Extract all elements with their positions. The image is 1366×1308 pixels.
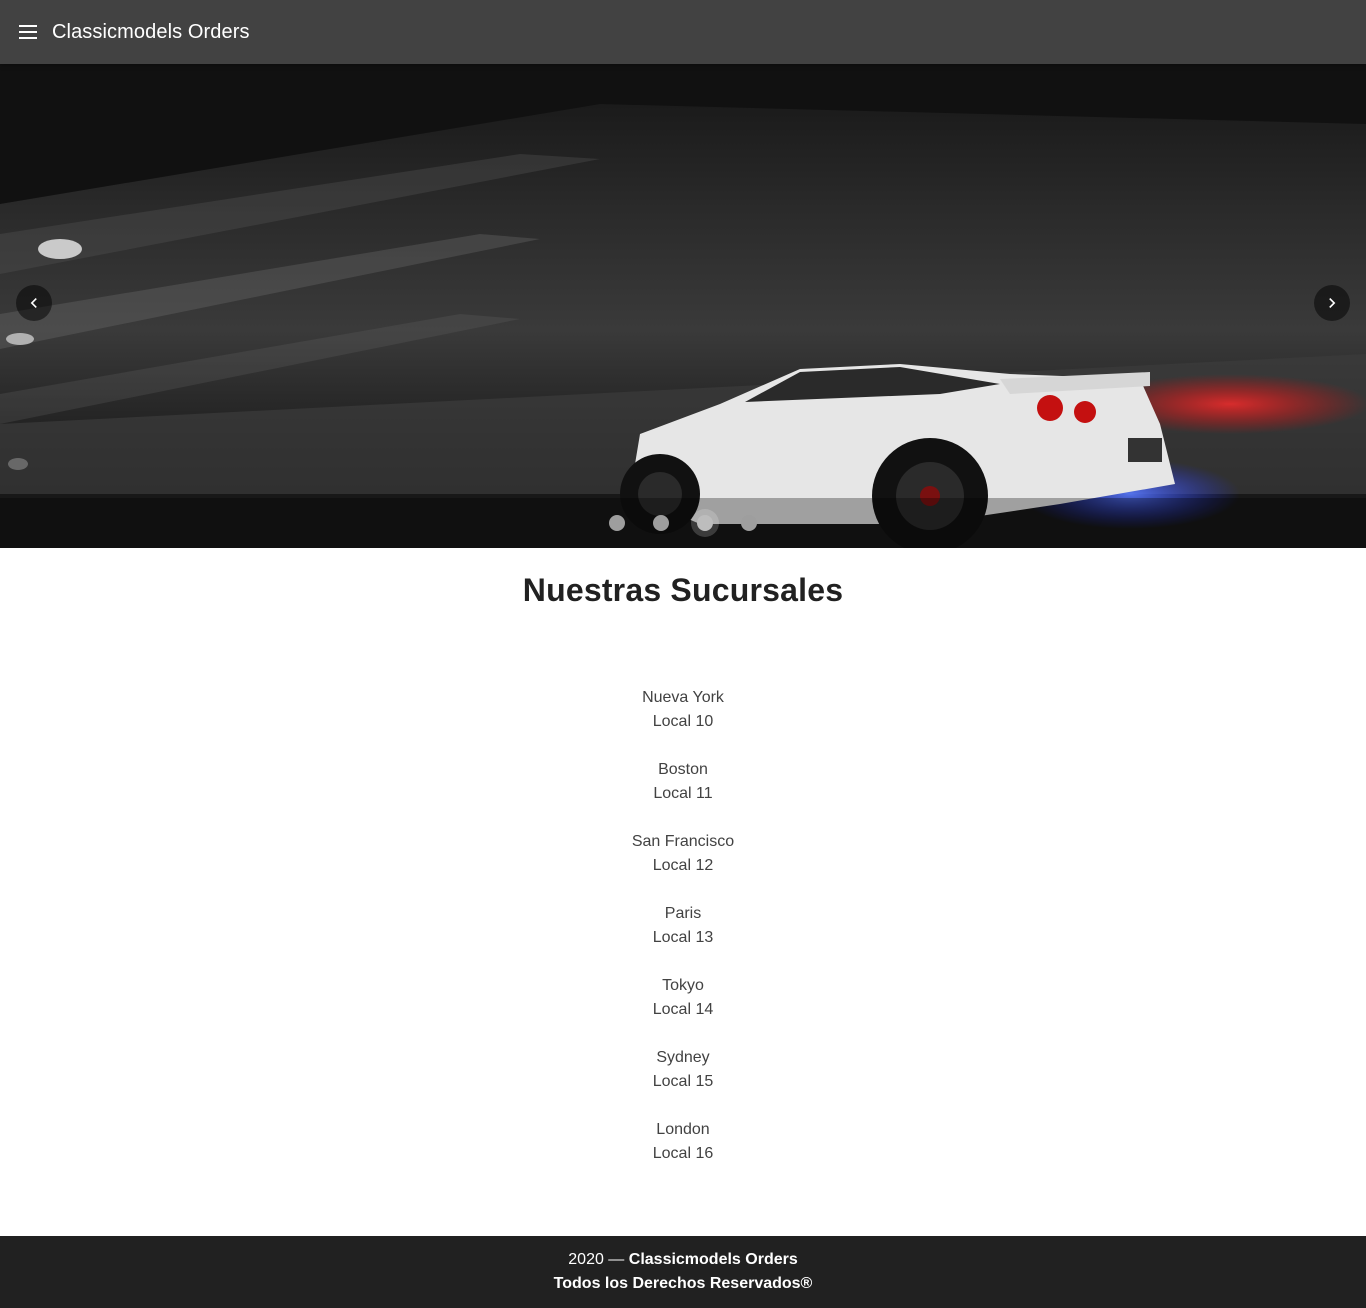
chevron-left-icon: [30, 298, 37, 308]
carousel-indicators: [0, 498, 1366, 548]
hero-carousel: [0, 64, 1366, 548]
branch-local: Local 12: [652, 857, 714, 874]
list-item: Nueva York Local 10: [0, 686, 1366, 758]
branch-city: Paris: [664, 905, 702, 922]
carousel-prev-button[interactable]: [16, 285, 52, 321]
footer-rights: Todos los Derechos Reservados®: [553, 1275, 813, 1292]
list-item: Tokyo Local 14: [0, 974, 1366, 1046]
footer-rights-line: Todos los Derechos Reservados®: [0, 1272, 1366, 1296]
footer: 2020 — Classicmodels Orders Todos los De…: [0, 1236, 1366, 1308]
branch-city: Tokyo: [662, 977, 704, 994]
chevron-right-icon: [1329, 298, 1336, 308]
branch-local: Local 16: [652, 1145, 714, 1162]
footer-copyright: 2020 — Classicmodels Orders: [0, 1248, 1366, 1272]
branch-city: London: [656, 1121, 710, 1138]
app-bar: Classicmodels Orders: [0, 0, 1366, 64]
list-item: Sydney Local 15: [0, 1046, 1366, 1118]
branch-local: Local 11: [653, 785, 713, 802]
list-item: London Local 16: [0, 1118, 1366, 1190]
footer-year: 2020 —: [568, 1251, 625, 1268]
carousel-next-button[interactable]: [1314, 285, 1350, 321]
carousel-dot-1[interactable]: [609, 515, 625, 531]
branch-local: Local 10: [652, 713, 714, 730]
page-title: Nuestras Sucursales: [522, 572, 844, 608]
list-item: San Francisco Local 12: [0, 830, 1366, 902]
hamburger-menu-icon[interactable]: [16, 20, 40, 44]
app-title: Classicmodels Orders: [52, 20, 250, 43]
carousel-dot-2[interactable]: [653, 515, 669, 531]
carousel-slide-image: [0, 64, 1366, 548]
branch-city: Boston: [658, 761, 708, 778]
branch-list: Nueva York Local 10 Boston Local 11 San …: [0, 686, 1366, 1190]
branch-city: Nueva York: [642, 689, 724, 706]
carousel-dot-4[interactable]: [741, 515, 757, 531]
branch-city: San Francisco: [631, 833, 735, 850]
footer-brand: Classicmodels Orders: [628, 1251, 798, 1268]
branch-local: Local 15: [652, 1073, 714, 1090]
carousel-dot-3[interactable]: [697, 515, 713, 531]
list-item: Boston Local 11: [0, 758, 1366, 830]
branch-local: Local 14: [652, 1001, 714, 1018]
branch-local: Local 13: [652, 929, 714, 946]
branch-city: Sydney: [656, 1049, 710, 1066]
list-item: Paris Local 13: [0, 902, 1366, 974]
